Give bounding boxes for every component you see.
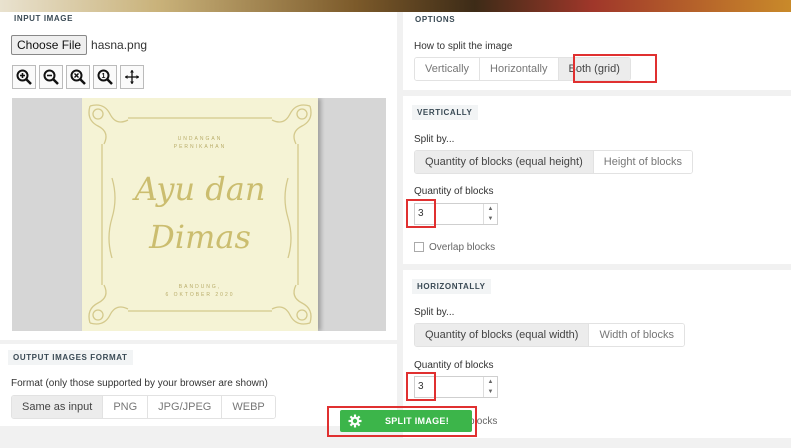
- file-name: hasna.png: [91, 38, 148, 52]
- invite-line1: UNDANGAN: [177, 136, 223, 142]
- vertical-overlap-checkbox[interactable]: [414, 242, 424, 253]
- vertically-panel: VERTICALLY Split by... Quantity of block…: [403, 96, 791, 264]
- highlight-horizontal-qty: [406, 372, 436, 401]
- invitation-card: UNDANGAN PERNIKAHAN Ayu dan Dimas BANDUN…: [82, 98, 318, 331]
- vertical-qty-stepper[interactable]: ▲ ▼: [483, 204, 497, 224]
- vertical-overlap-row: Overlap blocks: [414, 242, 495, 253]
- invite-names-1: Ayu dan: [134, 170, 266, 208]
- vertical-qty-label: Quantity of blocks: [414, 186, 494, 197]
- format-same-as-input[interactable]: Same as input: [12, 396, 104, 418]
- horizontal-qty-equal-width[interactable]: Quantity of blocks (equal width): [415, 324, 590, 346]
- horizontal-split-by-selector: Quantity of blocks (equal width) Width o…: [414, 323, 686, 347]
- image-preview[interactable]: UNDANGAN PERNIKAHAN Ayu dan Dimas BANDUN…: [12, 98, 386, 331]
- vertical-qty-equal-height[interactable]: Quantity of blocks (equal height): [415, 151, 594, 173]
- zoom-fit-icon[interactable]: 1: [93, 65, 117, 89]
- svg-text:1: 1: [102, 73, 106, 80]
- format-jpg[interactable]: JPG/JPEG: [148, 396, 223, 418]
- section-title-horizontally: HORIZONTALLY: [412, 279, 491, 294]
- vertical-height-of-blocks[interactable]: Height of blocks: [593, 151, 693, 173]
- invite-date: 6 OKTOBER 2020: [165, 292, 235, 298]
- horizontal-width-of-blocks[interactable]: Width of blocks: [589, 324, 685, 346]
- format-png[interactable]: PNG: [103, 396, 149, 418]
- horizontal-qty-label: Quantity of blocks: [414, 360, 494, 371]
- zoom-reset-icon[interactable]: [66, 65, 90, 89]
- input-image-panel: INPUT IMAGE Choose File hasna.png 1 UNDA…: [0, 12, 397, 340]
- vertical-overlap-label: Overlap blocks: [429, 242, 496, 253]
- section-title-output: OUTPUT IMAGES FORMAT: [8, 350, 133, 365]
- zoom-out-icon[interactable]: [39, 65, 63, 89]
- horizontal-split-by-label: Split by...: [414, 307, 455, 318]
- mode-horizontally[interactable]: Horizontally: [480, 58, 559, 80]
- vertical-split-by-selector: Quantity of blocks (equal height) Height…: [414, 150, 694, 174]
- section-title-input: INPUT IMAGE: [14, 14, 74, 23]
- move-icon[interactable]: [120, 65, 144, 89]
- section-title-vertically: VERTICALLY: [412, 105, 478, 120]
- format-webp[interactable]: WEBP: [222, 396, 275, 418]
- highlight-split-button: [327, 406, 477, 437]
- vertical-split-by-label: Split by...: [414, 134, 455, 145]
- how-to-split-label: How to split the image: [414, 41, 513, 52]
- highlight-both-grid: [573, 54, 657, 83]
- file-picker: Choose File hasna.png: [11, 35, 147, 55]
- choose-file-button[interactable]: Choose File: [11, 35, 88, 55]
- horizontal-qty-stepper[interactable]: ▲ ▼: [483, 377, 497, 397]
- mode-vertically[interactable]: Vertically: [415, 58, 481, 80]
- section-title-options: OPTIONS: [415, 15, 456, 24]
- zoom-toolbar: 1: [12, 65, 147, 89]
- invite-place: BANDUNG,: [178, 284, 222, 290]
- format-label: Format (only those supported by your bro…: [11, 378, 268, 389]
- invite-line2: PERNIKAHAN: [173, 144, 227, 150]
- format-selector: Same as input PNG JPG/JPEG WEBP: [11, 395, 276, 419]
- zoom-in-icon[interactable]: [12, 65, 36, 89]
- highlight-vertical-qty: [406, 199, 436, 228]
- invite-names-2: Dimas: [149, 218, 251, 256]
- header-banner: [0, 0, 791, 12]
